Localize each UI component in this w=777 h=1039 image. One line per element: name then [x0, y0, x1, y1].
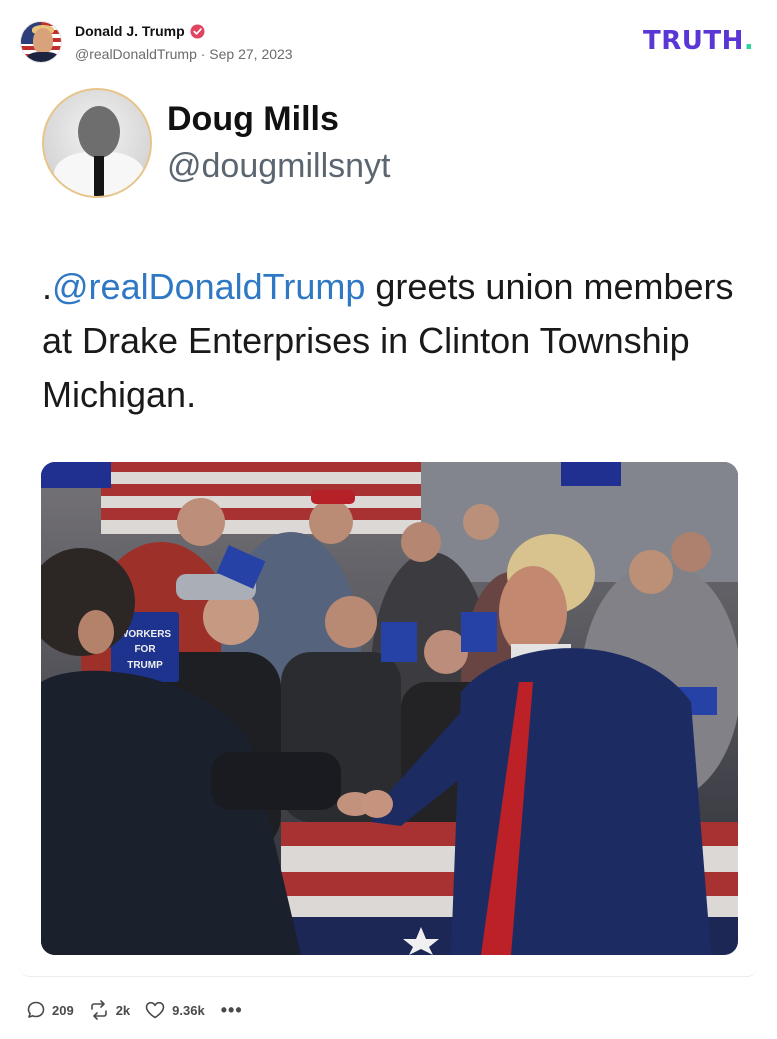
like-button[interactable]: 9.36k	[144, 1000, 205, 1020]
retruth-count: 2k	[115, 1002, 131, 1018]
quoted-mention: @realDonaldTrump	[52, 266, 366, 307]
more-icon: •••	[220, 1000, 243, 1020]
verified-badge-icon	[190, 24, 205, 39]
author-name[interactable]: Donald J. Trump	[75, 23, 185, 39]
retruth-button[interactable]: 2k	[88, 1000, 130, 1020]
quoted-author-name: Doug Mills	[167, 100, 339, 138]
quoted-author-avatar	[42, 88, 152, 198]
retruth-icon	[90, 1000, 107, 1020]
quoted-photo: WORKERS FOR TRUMP	[41, 462, 738, 955]
author-avatar[interactable]	[20, 21, 62, 63]
truth-social-logo[interactable]: TRUTH.	[643, 28, 754, 54]
quoted-text-prefix: .	[42, 266, 53, 307]
quoted-post-text: .@realDonaldTrump greets union members a…	[42, 260, 742, 422]
author-name-row[interactable]: Donald J. Trump	[75, 23, 205, 39]
quoted-author-handle: @dougmillsnyt	[167, 147, 391, 185]
post-actions: 209 2k 9.36k •••	[26, 998, 257, 1022]
reply-count: 209	[52, 1002, 74, 1018]
like-icon	[145, 1001, 165, 1019]
reply-icon	[27, 1001, 45, 1018]
brand-dot: .	[743, 26, 755, 56]
like-count: 9.36k	[172, 1002, 205, 1018]
avatar-suit	[27, 52, 59, 62]
post-header: Donald J. Trump @realDonaldTrump · Sep 2…	[0, 0, 777, 80]
brand-text: TRUTH	[643, 26, 744, 56]
quoted-avatar-head	[78, 106, 120, 158]
author-handle-date[interactable]: @realDonaldTrump · Sep 27, 2023	[75, 46, 293, 62]
reply-button[interactable]: 209	[26, 1000, 74, 1020]
post-media-card[interactable]: Doug Mills @dougmillsnyt .@realDonaldTru…	[20, 80, 757, 977]
more-options-button[interactable]: •••	[219, 1001, 243, 1019]
quoted-avatar-tie	[94, 156, 104, 196]
photo-illustration: WORKERS FOR TRUMP	[41, 462, 738, 955]
avatar-face	[33, 28, 53, 54]
